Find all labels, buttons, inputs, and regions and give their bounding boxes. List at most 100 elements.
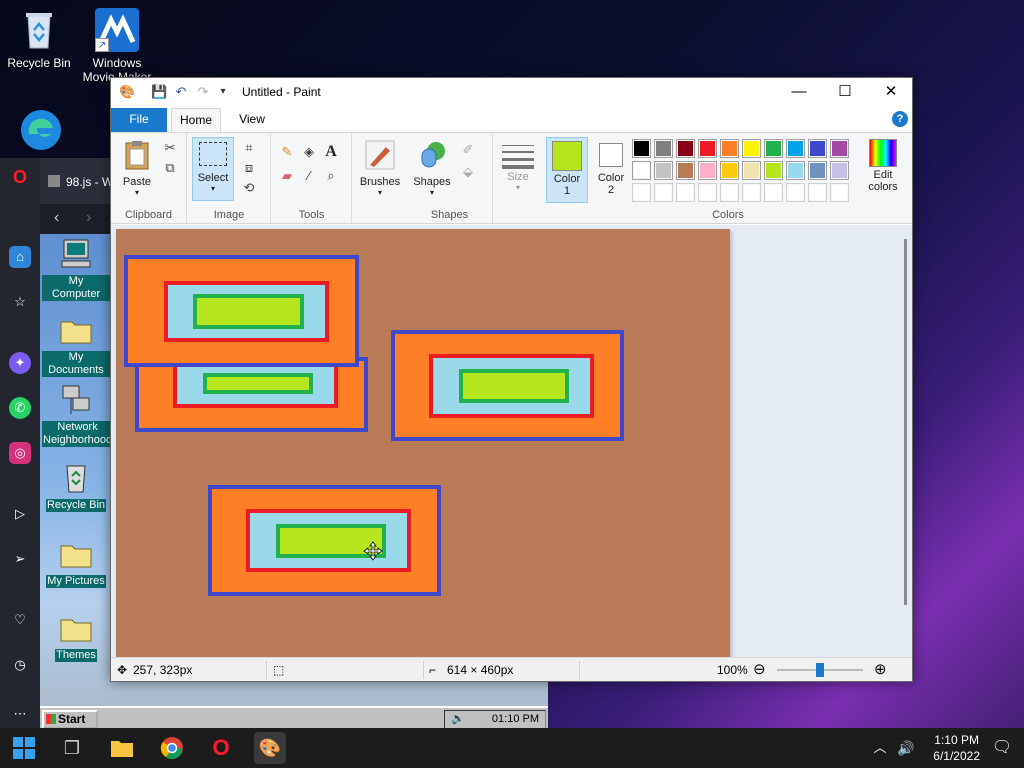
palette-swatch[interactable] (764, 161, 783, 180)
file-explorer-icon[interactable] (106, 732, 138, 764)
opera-logo-icon[interactable]: O (9, 166, 31, 188)
win98-start-button[interactable]: Start (42, 710, 98, 729)
close-button[interactable]: ✕ (868, 78, 912, 106)
zoom-slider-thumb[interactable] (816, 663, 824, 677)
palette-swatch[interactable] (786, 139, 805, 158)
palette-swatch[interactable] (654, 139, 673, 158)
palette-swatch[interactable] (632, 183, 651, 202)
palette-swatch[interactable] (808, 161, 827, 180)
player-icon[interactable]: ▷ (9, 503, 31, 525)
palette-swatch[interactable] (764, 139, 783, 158)
instagram-icon[interactable]: ◎ (9, 442, 31, 464)
maximize-button[interactable]: ☐ (822, 78, 868, 106)
palette-swatch[interactable] (786, 183, 805, 202)
palette-swatch[interactable] (676, 183, 695, 202)
palette-swatch[interactable] (698, 139, 717, 158)
magnifier-icon[interactable]: ⌕ (322, 167, 340, 185)
undo-icon[interactable]: ↶ (173, 84, 189, 100)
brushes-button[interactable]: Brushes ▾ (355, 139, 405, 197)
crop-icon[interactable]: ⌗ (240, 139, 258, 157)
heart-icon[interactable]: ♡ (9, 609, 31, 631)
eraser-icon[interactable]: ▰ (278, 167, 296, 185)
redo-icon[interactable]: ↷ (195, 84, 211, 100)
cut-icon[interactable]: ✂ (161, 139, 179, 157)
win98-icon-my-computer[interactable]: My Computer (42, 238, 110, 301)
win98-icon-recycle-bin[interactable]: Recycle Bin (42, 462, 110, 512)
star-icon[interactable]: ☆ (9, 291, 31, 313)
save-icon[interactable]: 💾 (151, 84, 167, 100)
palette-swatch[interactable] (654, 161, 673, 180)
palette-swatch[interactable] (786, 161, 805, 180)
fill-shape-icon[interactable]: ⬙ (459, 163, 477, 181)
palette-swatch[interactable] (742, 161, 761, 180)
back-icon[interactable]: ‹ (54, 209, 59, 227)
minimize-button[interactable]: — (776, 78, 822, 106)
speaker-icon[interactable]: 🔈 (451, 711, 465, 728)
desktop-icon-movie-maker[interactable]: ↗ Windows Movie Maker (78, 8, 156, 88)
start-button[interactable] (8, 732, 40, 764)
color-picker-icon[interactable]: ⁄ (300, 167, 318, 185)
palette-swatch[interactable] (720, 183, 739, 202)
whatsapp-icon[interactable]: ✆ (9, 397, 31, 419)
forward-icon[interactable]: › (86, 209, 91, 227)
palette-swatch[interactable] (632, 139, 651, 158)
select-button[interactable]: Select ▾ (192, 137, 234, 201)
size-button[interactable]: Size ▾ (498, 141, 538, 192)
palette-swatch[interactable] (720, 161, 739, 180)
pencil-icon[interactable]: ✎ (278, 143, 296, 161)
chrome-icon[interactable] (156, 732, 188, 764)
palette-swatch[interactable] (720, 139, 739, 158)
palette-swatch[interactable] (654, 183, 673, 202)
help-button[interactable]: ? (892, 111, 908, 127)
tab-view[interactable]: View (227, 108, 277, 132)
volume-icon[interactable]: 🔊 (894, 732, 918, 764)
opera-tab-title[interactable]: 98.js - W (66, 175, 113, 189)
zoom-in-button[interactable]: ⊕ (874, 658, 887, 681)
palette-swatch[interactable] (632, 161, 651, 180)
vertical-scrollbar[interactable] (904, 239, 907, 605)
palette-swatch[interactable] (830, 183, 849, 202)
opera-icon[interactable]: O (205, 732, 237, 764)
win98-icon-my-pictures[interactable]: My Pictures (42, 538, 110, 588)
notifications-icon[interactable]: 🗨 (986, 732, 1018, 764)
win98-icon-network[interactable]: Network Neighborhood (42, 384, 114, 447)
taskbar-clock[interactable]: 1:10 PM 6/1/2022 (933, 732, 980, 764)
palette-swatch[interactable] (830, 161, 849, 180)
messenger-icon[interactable]: ✦ (9, 352, 31, 374)
palette-swatch[interactable] (808, 139, 827, 158)
chevron-up-icon[interactable]: ︿ (870, 732, 890, 764)
palette-swatch[interactable] (742, 183, 761, 202)
palette-swatch[interactable] (698, 161, 717, 180)
palette-swatch[interactable] (830, 139, 849, 158)
home-icon[interactable]: ⌂ (9, 246, 31, 268)
paste-button[interactable]: Paste ▾ (119, 139, 155, 197)
customize-toolbar-icon[interactable]: ▾ (215, 84, 231, 100)
text-icon[interactable]: A (322, 143, 340, 161)
history-icon[interactable]: ◷ (9, 654, 31, 676)
palette-swatch[interactable] (742, 139, 761, 158)
color1-button[interactable]: Color 1 (546, 137, 588, 203)
paint-taskbar-icon[interactable]: 🎨 (254, 732, 286, 764)
tab-file[interactable]: File (111, 108, 167, 132)
more-icon[interactable]: ⋯ (9, 703, 31, 725)
edit-colors-button[interactable]: Edit colors (858, 139, 908, 193)
resize-icon[interactable]: ⧈ (240, 159, 258, 177)
palette-swatch[interactable] (808, 183, 827, 202)
color2-button[interactable]: Color 2 (592, 137, 630, 203)
desktop-icon-recycle-bin[interactable]: Recycle Bin (0, 8, 78, 70)
palette-swatch[interactable] (764, 183, 783, 202)
tab-home[interactable]: Home (171, 108, 221, 133)
rotate-icon[interactable]: ⟲ (240, 179, 258, 197)
palette-swatch[interactable] (676, 139, 695, 158)
palette-swatch[interactable] (698, 183, 717, 202)
palette-swatch[interactable] (676, 161, 695, 180)
copy-icon[interactable]: ⧉ (161, 159, 179, 177)
paint-app-icon[interactable]: 🎨 (119, 84, 135, 100)
send-icon[interactable]: ➢ (9, 548, 31, 570)
win98-icon-themes[interactable]: Themes (42, 612, 110, 662)
desktop-icon-edge[interactable] (0, 106, 78, 154)
drawing-canvas[interactable] (116, 229, 730, 659)
task-view-button[interactable]: ❐ (56, 732, 88, 764)
zoom-slider[interactable] (777, 663, 863, 677)
fill-icon[interactable]: ◈ (300, 143, 318, 161)
